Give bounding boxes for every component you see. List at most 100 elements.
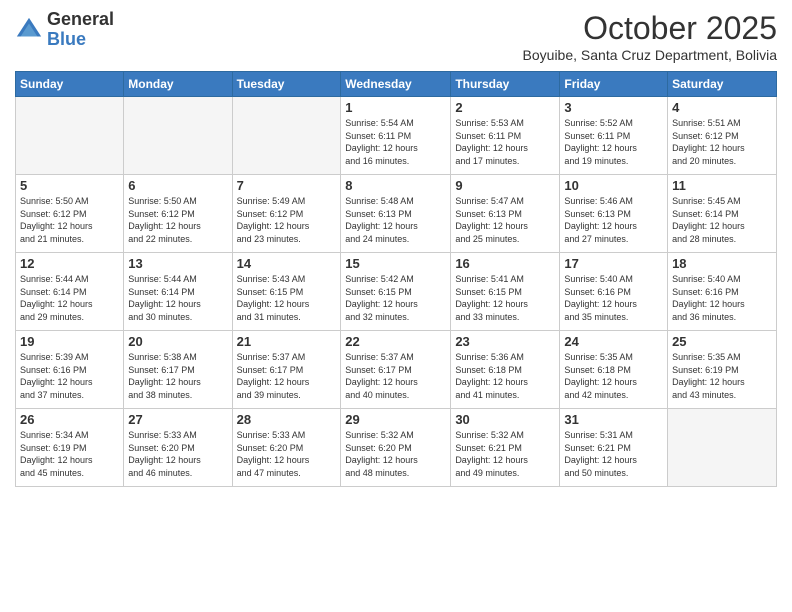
day-info: Sunrise: 5:32 AM Sunset: 6:21 PM Dayligh…	[455, 429, 555, 479]
day-info: Sunrise: 5:32 AM Sunset: 6:20 PM Dayligh…	[345, 429, 446, 479]
week-row-2: 5 Sunrise: 5:50 AM Sunset: 6:12 PM Daylig…	[16, 175, 777, 253]
day-number: 5	[20, 178, 119, 193]
day-info: Sunrise: 5:40 AM Sunset: 6:16 PM Dayligh…	[564, 273, 663, 323]
day-number: 9	[455, 178, 555, 193]
day-info: Sunrise: 5:51 AM Sunset: 6:12 PM Dayligh…	[672, 117, 772, 167]
day-number: 18	[672, 256, 772, 271]
table-row: 2 Sunrise: 5:53 AM Sunset: 6:11 PM Daylig…	[451, 97, 560, 175]
table-row: 29 Sunrise: 5:32 AM Sunset: 6:20 PM Dayli…	[341, 409, 451, 487]
day-info: Sunrise: 5:45 AM Sunset: 6:14 PM Dayligh…	[672, 195, 772, 245]
col-monday: Monday	[124, 72, 232, 97]
day-number: 26	[20, 412, 119, 427]
table-row: 8 Sunrise: 5:48 AM Sunset: 6:13 PM Daylig…	[341, 175, 451, 253]
table-row: 23Sunrise: 5:36 AM Sunset: 6:18 PM Dayli…	[451, 331, 560, 409]
col-friday: Friday	[560, 72, 668, 97]
table-row: 12Sunrise: 5:44 AM Sunset: 6:14 PM Dayli…	[16, 253, 124, 331]
table-row: 13 Sunrise: 5:44 AM Sunset: 6:14 PM Dayli…	[124, 253, 232, 331]
week-row-1: 1Sunrise: 5:54 AM Sunset: 6:11 PM Daylig…	[16, 97, 777, 175]
day-info: Sunrise: 5:44 AM Sunset: 6:14 PM Dayligh…	[128, 273, 227, 323]
table-row: 30 Sunrise: 5:32 AM Sunset: 6:21 PM Dayli…	[451, 409, 560, 487]
table-row: 4 Sunrise: 5:51 AM Sunset: 6:12 PM Daylig…	[668, 97, 777, 175]
logo: General Blue	[15, 10, 114, 50]
day-number: 20	[128, 334, 227, 349]
table-row: 26 Sunrise: 5:34 AM Sunset: 6:19 PM Dayli…	[16, 409, 124, 487]
day-info: Sunrise: 5:35 AM Sunset: 6:19 PM Dayligh…	[672, 351, 772, 401]
day-info: Sunrise: 5:33 AM Sunset: 6:20 PM Dayligh…	[237, 429, 337, 479]
table-row: 15Sunrise: 5:42 AM Sunset: 6:15 PM Dayli…	[341, 253, 451, 331]
table-row	[668, 409, 777, 487]
header: General Blue October 2025 Boyuibe, Santa…	[15, 10, 777, 63]
day-info: Sunrise: 5:50 AM Sunset: 6:12 PM Dayligh…	[128, 195, 227, 245]
day-number: 2	[455, 100, 555, 115]
day-number: 16	[455, 256, 555, 271]
table-row: 6 Sunrise: 5:50 AM Sunset: 6:12 PM Daylig…	[124, 175, 232, 253]
table-row	[16, 97, 124, 175]
day-info: Sunrise: 5:53 AM Sunset: 6:11 PM Dayligh…	[455, 117, 555, 167]
table-row: 22 Sunrise: 5:37 AM Sunset: 6:17 PM Dayli…	[341, 331, 451, 409]
calendar-header-row: Sunday Monday Tuesday Wednesday Thursday…	[16, 72, 777, 97]
table-row: 24Sunrise: 5:35 AM Sunset: 6:18 PM Dayli…	[560, 331, 668, 409]
day-info: Sunrise: 5:37 AM Sunset: 6:17 PM Dayligh…	[345, 351, 446, 401]
day-info: Sunrise: 5:31 AM Sunset: 6:21 PM Dayligh…	[564, 429, 663, 479]
day-info: Sunrise: 5:38 AM Sunset: 6:17 PM Dayligh…	[128, 351, 227, 401]
location: Boyuibe, Santa Cruz Department, Bolivia	[523, 47, 777, 63]
col-thursday: Thursday	[451, 72, 560, 97]
day-number: 7	[237, 178, 337, 193]
day-number: 19	[20, 334, 119, 349]
table-row	[124, 97, 232, 175]
day-info: Sunrise: 5:52 AM Sunset: 6:11 PM Dayligh…	[564, 117, 663, 167]
day-info: Sunrise: 5:49 AM Sunset: 6:12 PM Dayligh…	[237, 195, 337, 245]
table-row: 14 Sunrise: 5:43 AM Sunset: 6:15 PM Dayli…	[232, 253, 341, 331]
day-info: Sunrise: 5:40 AM Sunset: 6:16 PM Dayligh…	[672, 273, 772, 323]
day-number: 10	[564, 178, 663, 193]
calendar-table: Sunday Monday Tuesday Wednesday Thursday…	[15, 71, 777, 487]
table-row: 18 Sunrise: 5:40 AM Sunset: 6:16 PM Dayli…	[668, 253, 777, 331]
day-info: Sunrise: 5:37 AM Sunset: 6:17 PM Dayligh…	[237, 351, 337, 401]
logo-icon	[15, 16, 43, 44]
table-row: 9Sunrise: 5:47 AM Sunset: 6:13 PM Daylig…	[451, 175, 560, 253]
day-number: 6	[128, 178, 227, 193]
day-number: 15	[345, 256, 446, 271]
day-info: Sunrise: 5:44 AM Sunset: 6:14 PM Dayligh…	[20, 273, 119, 323]
table-row: 25Sunrise: 5:35 AM Sunset: 6:19 PM Dayli…	[668, 331, 777, 409]
day-info: Sunrise: 5:48 AM Sunset: 6:13 PM Dayligh…	[345, 195, 446, 245]
day-info: Sunrise: 5:41 AM Sunset: 6:15 PM Dayligh…	[455, 273, 555, 323]
day-info: Sunrise: 5:34 AM Sunset: 6:19 PM Dayligh…	[20, 429, 119, 479]
day-info: Sunrise: 5:46 AM Sunset: 6:13 PM Dayligh…	[564, 195, 663, 245]
day-number: 31	[564, 412, 663, 427]
table-row: 5 Sunrise: 5:50 AM Sunset: 6:12 PM Daylig…	[16, 175, 124, 253]
day-number: 1	[345, 100, 446, 115]
day-number: 29	[345, 412, 446, 427]
day-number: 4	[672, 100, 772, 115]
table-row: 11Sunrise: 5:45 AM Sunset: 6:14 PM Dayli…	[668, 175, 777, 253]
table-row: 21Sunrise: 5:37 AM Sunset: 6:17 PM Dayli…	[232, 331, 341, 409]
day-number: 14	[237, 256, 337, 271]
day-info: Sunrise: 5:43 AM Sunset: 6:15 PM Dayligh…	[237, 273, 337, 323]
col-wednesday: Wednesday	[341, 72, 451, 97]
table-row: 27 Sunrise: 5:33 AM Sunset: 6:20 PM Dayli…	[124, 409, 232, 487]
page: General Blue October 2025 Boyuibe, Santa…	[0, 0, 792, 612]
day-number: 13	[128, 256, 227, 271]
day-number: 30	[455, 412, 555, 427]
table-row: 20 Sunrise: 5:38 AM Sunset: 6:17 PM Dayli…	[124, 331, 232, 409]
week-row-4: 19Sunrise: 5:39 AM Sunset: 6:16 PM Dayli…	[16, 331, 777, 409]
day-info: Sunrise: 5:33 AM Sunset: 6:20 PM Dayligh…	[128, 429, 227, 479]
table-row: 16 Sunrise: 5:41 AM Sunset: 6:15 PM Dayli…	[451, 253, 560, 331]
day-number: 24	[564, 334, 663, 349]
table-row: 10 Sunrise: 5:46 AM Sunset: 6:13 PM Dayli…	[560, 175, 668, 253]
day-number: 27	[128, 412, 227, 427]
day-number: 28	[237, 412, 337, 427]
month-title: October 2025	[523, 10, 777, 47]
col-tuesday: Tuesday	[232, 72, 341, 97]
day-info: Sunrise: 5:36 AM Sunset: 6:18 PM Dayligh…	[455, 351, 555, 401]
table-row: 7 Sunrise: 5:49 AM Sunset: 6:12 PM Daylig…	[232, 175, 341, 253]
week-row-3: 12Sunrise: 5:44 AM Sunset: 6:14 PM Dayli…	[16, 253, 777, 331]
table-row: 31 Sunrise: 5:31 AM Sunset: 6:21 PM Dayli…	[560, 409, 668, 487]
day-info: Sunrise: 5:50 AM Sunset: 6:12 PM Dayligh…	[20, 195, 119, 245]
col-sunday: Sunday	[16, 72, 124, 97]
table-row: 19Sunrise: 5:39 AM Sunset: 6:16 PM Dayli…	[16, 331, 124, 409]
day-number: 8	[345, 178, 446, 193]
day-number: 22	[345, 334, 446, 349]
col-saturday: Saturday	[668, 72, 777, 97]
week-row-5: 26 Sunrise: 5:34 AM Sunset: 6:19 PM Dayli…	[16, 409, 777, 487]
